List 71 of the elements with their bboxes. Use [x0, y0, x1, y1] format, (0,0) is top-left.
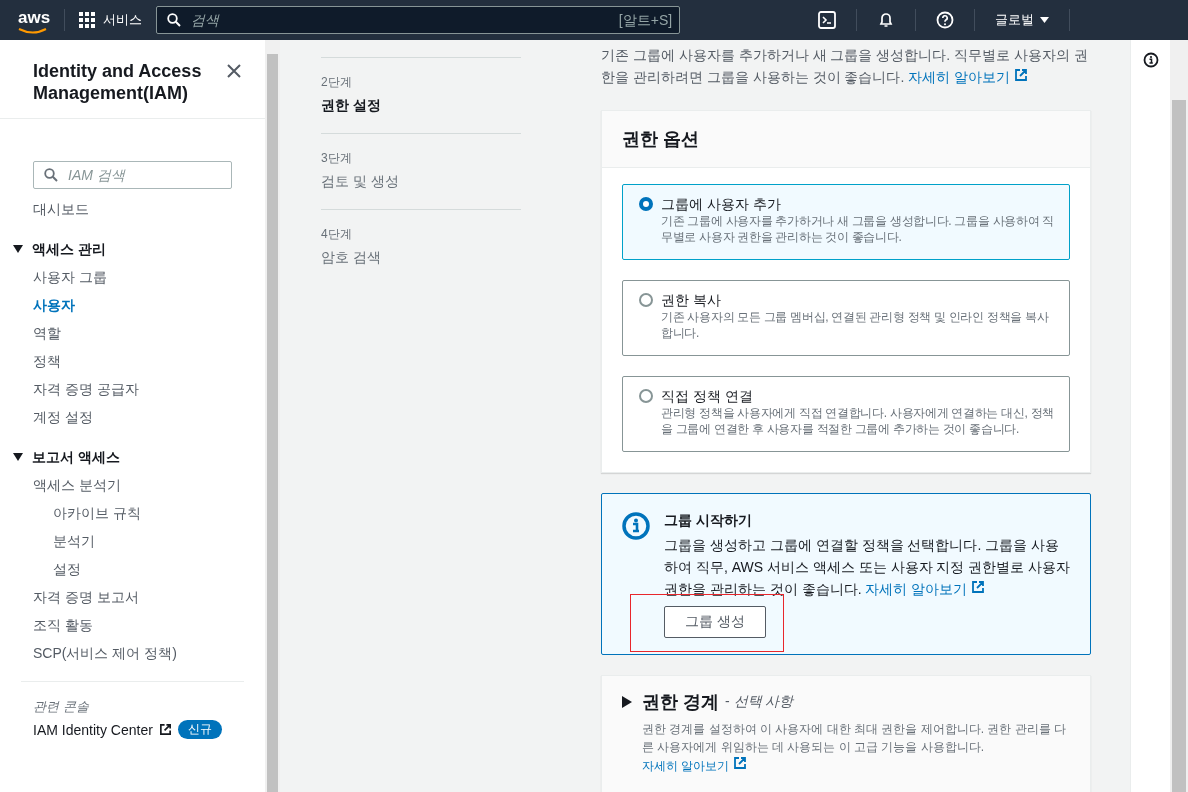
iam-search-field[interactable]: IAM 검색 [33, 161, 232, 189]
shortcut-hint: [알트+S] [618, 12, 673, 30]
sidebar-link[interactable]: 자격 증명 보고서 [0, 583, 265, 611]
option-description: 관리형 정책을 사용자에게 직접 연결합니다. 사용자에게 연결하는 대신, 정책을 그룹에 연결한 후 사용자를 적절한 그룹에 추가하는 것이 좋습니다. [661, 405, 1056, 437]
sidebar-link[interactable]: 계정 설정 [0, 403, 265, 431]
external-link-icon [732, 756, 747, 770]
option-label: 권한 복사 [661, 291, 722, 309]
external-link-icon [971, 580, 986, 594]
help-icon[interactable] [936, 11, 955, 29]
sidebar-link[interactable]: 액세스 분석기 [0, 471, 265, 499]
learn-more-link[interactable]: 자세히 알아보기 [865, 581, 986, 597]
new-badge: 신규 [177, 720, 222, 739]
learn-more-link[interactable]: 자세히 알아보기 [908, 69, 1028, 85]
services-menu-button[interactable]: 서비스 [79, 11, 143, 29]
sidebar-title: Identity and Access Management(IAM) [33, 60, 203, 104]
step-number: 2단계 [321, 74, 353, 91]
collapse-caret-icon[interactable] [13, 453, 23, 461]
radio-button[interactable] [639, 197, 653, 211]
section-heading[interactable]: 보고서 액세스 [32, 443, 120, 471]
grid-icon [79, 12, 96, 28]
region-menu-button[interactable]: 글로벌 [995, 11, 1050, 29]
sidebar-link[interactable]: SCP(서비스 제어 정책) [0, 639, 265, 667]
sidebar-link[interactable]: 설정 [0, 555, 265, 583]
alert-title: 그룹 시작하기 [664, 512, 753, 530]
info-icon [622, 512, 650, 540]
search-icon [167, 13, 182, 27]
section-heading[interactable]: 액세스 관리 [32, 235, 106, 263]
sidebar-link[interactable]: 아카이브 규칙 [0, 499, 265, 527]
external-link-icon [1014, 68, 1028, 82]
sidebar-link[interactable]: 사용자 그룹 [0, 263, 265, 291]
create-group-button[interactable]: 그룹 생성 [664, 606, 766, 638]
aws-logo[interactable]: aws [18, 8, 51, 32]
step-link[interactable]: 권한 설정 [321, 97, 521, 115]
learn-more-link[interactable]: 자세히 알아보기 [642, 759, 747, 773]
caret-icon [1040, 17, 1050, 23]
external-link-icon [158, 723, 172, 736]
panel-title: 권한 옵션 [622, 128, 700, 151]
sidebar-link[interactable]: 사용자 [0, 291, 265, 319]
step-link[interactable]: 검토 및 생성 [321, 173, 521, 191]
close-icon[interactable] [227, 64, 241, 78]
option-tile[interactable]: 그룹에 사용자 추가 기존 그룹에 사용자를 추가하거나 새 그룹을 생성합니다. 그룹을 사용하여 직무별로 사용자 권한을 관리하는 것이 좋습니다. [622, 184, 1070, 260]
related-consoles-heading: 관련 콘솔 [32, 698, 90, 716]
option-description: 기존 그룹에 사용자를 추가하거나 새 그룹을 생성합니다. 그룹을 사용하여 직무별로 사용자 권한을 관리하는 것이 좋습니다. [661, 213, 1056, 245]
scrollbar[interactable] [265, 40, 280, 792]
section-description: 권한 경계를 설정하여 이 사용자에 대한 최대 권한을 제어합니다. 권한 관리를 다른 사용자에게 위임하는 데 사용되는 이 고급 기능을 사용합니다. 자세히 알아보기 [642, 721, 1066, 775]
sidebar-link[interactable]: IAM Identity Center [33, 721, 153, 738]
info-icon[interactable] [1142, 52, 1159, 68]
scrollbar[interactable] [1170, 40, 1188, 792]
radio-button[interactable] [639, 293, 653, 307]
step-link[interactable]: 암호 검색 [321, 249, 521, 267]
section-title[interactable]: 권한 경계 [642, 690, 719, 714]
option-tile[interactable]: 직접 정책 연결 관리형 정책을 사용자에게 직접 연결합니다. 사용자에게 연결하는 대신, 정책을 그룹에 연결한 후 사용자를 적절한 그룹에 추가하는 것이 좋습니다. [622, 376, 1070, 452]
sidebar-link[interactable]: 자격 증명 공급자 [0, 375, 265, 403]
sidebar-link[interactable]: 조직 활동 [0, 611, 265, 639]
option-tile[interactable]: 권한 복사 기존 사용자의 모든 그룹 멤버십, 연결된 관리형 정책 및 인라인 정책을 복사합니다. [622, 280, 1070, 356]
expand-caret-icon[interactable] [622, 696, 632, 708]
step-number: 4단계 [321, 226, 353, 243]
option-description: 기존 사용자의 모든 그룹 멤버십, 연결된 관리형 정책 및 인라인 정책을 복사합니다. [661, 309, 1050, 341]
option-label: 그룹에 사용자 추가 [661, 195, 782, 213]
sidebar-link[interactable]: 정책 [0, 347, 265, 375]
step-number: 3단계 [321, 150, 353, 167]
search-icon [44, 168, 58, 182]
option-label: 직접 정책 연결 [661, 387, 754, 405]
optional-label: - 선택 사항 [725, 693, 794, 711]
radio-button[interactable] [639, 389, 653, 403]
sidebar-link[interactable]: 역할 [0, 319, 265, 347]
intro-text: 기존 그룹에 사용자를 추가하거나 새 그룹을 생성합니다. 직무별로 사용자의 권한을 관리하려면 그룹을 사용하는 것이 좋습니다. 자세히 알아보기 [601, 46, 1089, 87]
sidebar-link[interactable]: 대시보드 [0, 195, 265, 223]
collapse-caret-icon[interactable] [13, 245, 23, 253]
terminal-icon[interactable] [818, 11, 837, 29]
sidebar-link[interactable]: 분석기 [0, 527, 265, 555]
